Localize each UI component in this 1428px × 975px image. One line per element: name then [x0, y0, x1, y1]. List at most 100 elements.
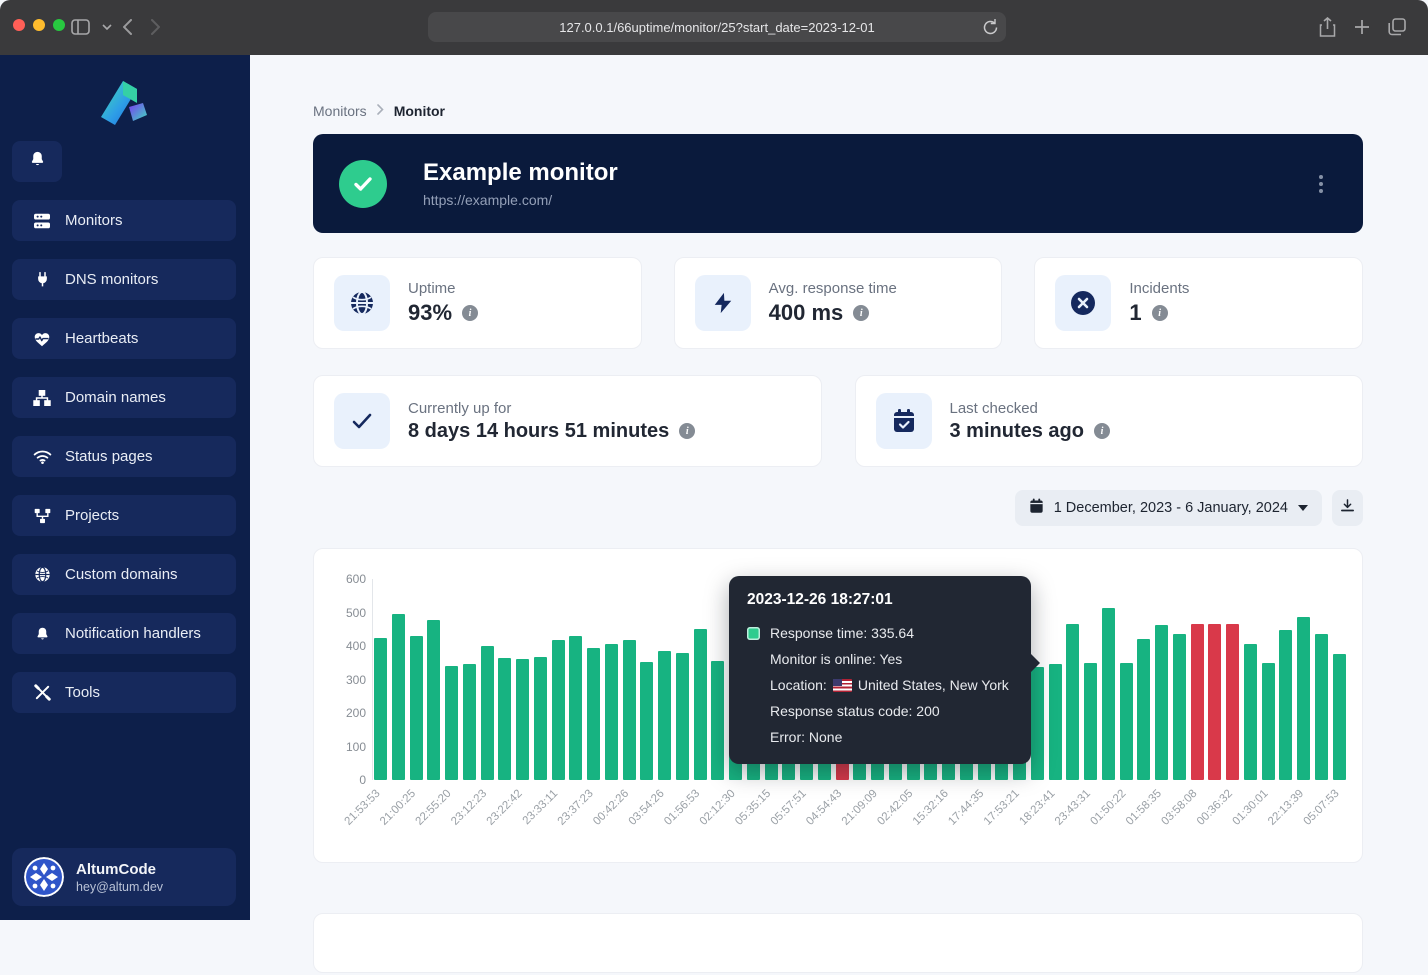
chart-bar[interactable]: [1155, 625, 1168, 780]
chart-bar[interactable]: [427, 620, 440, 780]
chart-bar[interactable]: [676, 653, 689, 780]
uptime-duration-label: Currently up for: [408, 400, 695, 417]
sidebar-item-notification-handlers[interactable]: Notification handlers: [12, 613, 236, 654]
chart-bar[interactable]: [1084, 663, 1097, 780]
chart-bar[interactable]: [1120, 663, 1133, 780]
series-marker-icon: [747, 627, 760, 640]
plug-icon: [32, 271, 52, 288]
address-bar[interactable]: 127.0.0.1/66uptime/monitor/25?start_date…: [428, 12, 1006, 42]
breadcrumb-current: Monitor: [394, 103, 445, 119]
incidents-label: Incidents: [1129, 280, 1189, 297]
info-icon[interactable]: i: [679, 423, 695, 439]
date-range-picker[interactable]: 1 December, 2023 - 6 January, 2024: [1015, 490, 1322, 526]
chart-bar[interactable]: [1297, 617, 1310, 780]
sidebar-toggle-icon[interactable]: [65, 12, 95, 42]
sidebar-item-domain-names[interactable]: Domain names: [12, 377, 236, 418]
info-icon[interactable]: i: [462, 305, 478, 321]
monitor-url[interactable]: https://example.com/: [423, 192, 618, 208]
x-axis-label: 23:33:11: [521, 788, 561, 828]
back-button[interactable]: [112, 12, 142, 42]
chart-bar[interactable]: [569, 636, 582, 780]
chart-bar[interactable]: [587, 648, 600, 780]
tooltip-response-time: Response time: 335.64: [770, 620, 914, 646]
chart-bar[interactable]: [552, 640, 565, 780]
reload-icon[interactable]: [983, 18, 998, 40]
chart-bar[interactable]: [1049, 664, 1062, 780]
url-text: 127.0.0.1/66uptime/monitor/25?start_date…: [559, 20, 874, 35]
last-checked-label: Last checked: [950, 400, 1110, 417]
sidebar-item-status-pages[interactable]: Status pages: [12, 436, 236, 477]
chart-bar[interactable]: [481, 646, 494, 780]
sidebar-item-label: Notification handlers: [65, 625, 201, 642]
chart-bar[interactable]: [640, 662, 653, 780]
share-icon[interactable]: [1312, 12, 1342, 42]
chart-bar[interactable]: [1066, 624, 1079, 780]
y-axis-label: 300: [314, 673, 366, 687]
info-icon[interactable]: i: [853, 305, 869, 321]
new-tab-icon[interactable]: [1347, 12, 1377, 42]
chart-bar[interactable]: [1315, 634, 1328, 780]
chart-bar[interactable]: [1031, 667, 1044, 780]
sidebar-item-custom-domains[interactable]: Custom domains: [12, 554, 236, 595]
breadcrumb-monitors-link[interactable]: Monitors: [313, 103, 367, 119]
chart-bar[interactable]: [1244, 644, 1257, 780]
forward-button[interactable]: [140, 12, 170, 42]
window-close-button[interactable]: [13, 19, 25, 31]
window-zoom-button[interactable]: [53, 19, 65, 31]
user-email: hey@altum.dev: [76, 880, 163, 894]
chart-bar[interactable]: [463, 664, 476, 780]
sidebar-item-heartbeats[interactable]: Heartbeats: [12, 318, 236, 359]
breadcrumb: Monitors Monitor: [313, 103, 445, 119]
sidebar-item-projects[interactable]: Projects: [12, 495, 236, 536]
info-icon[interactable]: i: [1094, 423, 1110, 439]
uptime-value: 93%: [408, 300, 452, 326]
chart-bar[interactable]: [623, 640, 636, 780]
chevron-right-icon: [377, 104, 384, 118]
sidebar-item-label: Status pages: [65, 448, 153, 465]
chart-bar[interactable]: [1208, 624, 1221, 780]
download-icon: [1340, 498, 1355, 518]
chart-bar[interactable]: [392, 614, 405, 780]
sidebar-item-tools[interactable]: Tools: [12, 672, 236, 713]
chart-bar[interactable]: [1226, 624, 1239, 780]
chart-bar[interactable]: [1102, 608, 1115, 780]
browser-toolbar: 127.0.0.1/66uptime/monitor/25?start_date…: [0, 0, 1428, 55]
chart-bar[interactable]: [516, 659, 529, 780]
chart-bar[interactable]: [605, 644, 618, 780]
chart-bar[interactable]: [1262, 663, 1275, 780]
monitor-menu-button[interactable]: [1313, 166, 1329, 202]
chart-bar[interactable]: [410, 636, 423, 780]
window-minimize-button[interactable]: [33, 19, 45, 31]
app-logo[interactable]: [12, 69, 236, 141]
sidebar-item-label: Custom domains: [65, 566, 178, 583]
info-icon[interactable]: i: [1152, 305, 1168, 321]
x-axis-label: 01:50:22: [1088, 788, 1128, 828]
heart-pulse-icon: [32, 331, 52, 347]
x-axis-label: 00:36:32: [1195, 788, 1235, 828]
chart-bar[interactable]: [658, 651, 671, 780]
response-time-chart: 0100200300400500600 21:53:5321:00:2522:5…: [313, 548, 1363, 863]
chart-bar[interactable]: [1137, 639, 1150, 780]
chart-bar[interactable]: [1173, 634, 1186, 780]
sidebar-item-monitors[interactable]: Monitors: [12, 200, 236, 241]
chart-bar[interactable]: [374, 638, 387, 780]
x-axis-label: 21:09:09: [840, 788, 880, 828]
next-section-card: [313, 913, 1363, 973]
chart-bar[interactable]: [534, 657, 547, 780]
sitemap-icon: [32, 390, 52, 406]
x-axis-label: 15:32:16: [911, 788, 951, 828]
user-account-card[interactable]: AltumCode hey@altum.dev: [12, 848, 236, 906]
tooltip-status-code: Response status code: 200: [747, 698, 1013, 724]
chart-bar[interactable]: [694, 629, 707, 780]
sidebar-item-label: Monitors: [65, 212, 123, 229]
tab-overview-icon[interactable]: [1382, 12, 1412, 42]
sidebar-item-dns-monitors[interactable]: DNS monitors: [12, 259, 236, 300]
chart-bar[interactable]: [445, 666, 458, 780]
download-report-button[interactable]: [1332, 490, 1363, 526]
chart-bar[interactable]: [1333, 654, 1346, 780]
sidebar-notifications-button[interactable]: [12, 141, 62, 182]
chart-bar[interactable]: [1279, 630, 1292, 780]
chart-bar[interactable]: [711, 661, 724, 780]
chart-bar[interactable]: [498, 658, 511, 780]
chart-bar[interactable]: [1191, 624, 1204, 780]
